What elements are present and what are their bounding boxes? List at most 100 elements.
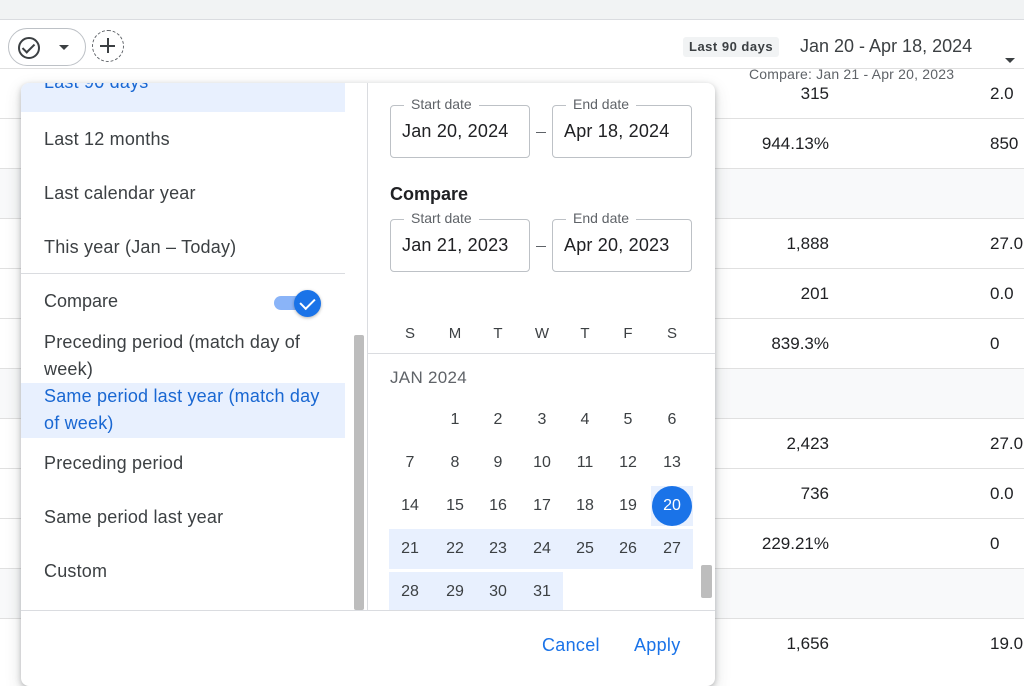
scrollbar[interactable]	[701, 565, 712, 598]
preset-last-12-months[interactable]: Last 12 months	[21, 125, 345, 153]
compare-toggle[interactable]	[274, 290, 322, 317]
calendar-day[interactable]: 10	[522, 443, 562, 483]
field-value: Apr 20, 2023	[564, 235, 670, 255]
calendar-day[interactable]: 13	[652, 443, 692, 483]
calendar-day[interactable]: 17	[522, 486, 562, 526]
compare-option-same-period-last-year[interactable]: Same period last year	[21, 504, 345, 531]
compare-option-preceding-period[interactable]: Preceding period	[21, 450, 345, 477]
start-date-field[interactable]: Start date Jan 20, 2024	[390, 96, 530, 158]
table-cell: 0	[990, 534, 1000, 553]
calendar-day[interactable]: 24	[522, 529, 562, 569]
calendar-day[interactable]: 29	[435, 572, 475, 610]
table-cell: 1,888	[786, 234, 829, 253]
calendar-day[interactable]: 12	[608, 443, 648, 483]
compare-end-date-field[interactable]: End date Apr 20, 2023	[552, 210, 692, 272]
weekday-label: S	[666, 325, 677, 342]
calendar-day[interactable]: 21	[390, 529, 430, 569]
calendar-day[interactable]: 23	[478, 529, 518, 569]
weekday-label: T	[580, 325, 590, 342]
field-label: Start date	[404, 96, 479, 112]
calendar-day[interactable]: 18	[565, 486, 605, 526]
calendar-day-selected[interactable]: 20	[652, 486, 692, 526]
top-strip	[0, 0, 1024, 20]
calendar-day[interactable]: 4	[565, 400, 605, 440]
compare-option-custom[interactable]: Custom	[21, 558, 345, 585]
field-value: Apr 18, 2024	[564, 121, 670, 141]
weekday-label: F	[623, 325, 633, 342]
calendar-day[interactable]: 31	[522, 572, 562, 610]
cancel-button[interactable]: Cancel	[542, 635, 600, 656]
compare-option-same-period-last-year-dow[interactable]: Same period last year (match day of week…	[21, 383, 345, 438]
compare-label: Compare	[44, 291, 119, 311]
calendar-day[interactable]: 19	[608, 486, 648, 526]
field-label: End date	[566, 210, 637, 226]
compare-start-date-field[interactable]: Start date Jan 21, 2023	[390, 210, 530, 272]
table-cell: 0	[990, 334, 1000, 353]
date-range-picker: Last 90 days Last 12 months Last calenda…	[21, 83, 715, 686]
calendar-day[interactable]: 22	[435, 529, 475, 569]
calendar-day[interactable]: 7	[390, 443, 430, 483]
table-cell: 315	[800, 84, 829, 103]
table-cell: 19.0	[990, 634, 1024, 653]
divider	[21, 273, 345, 274]
calendar-day[interactable]: 1	[435, 400, 475, 440]
range-separator	[536, 246, 546, 247]
preset-last-calendar-year[interactable]: Last calendar year	[21, 179, 345, 207]
comparison-selector[interactable]	[8, 28, 86, 66]
apply-button[interactable]: Apply	[634, 635, 681, 656]
table-cell: 1,656	[786, 634, 829, 653]
range-separator	[536, 132, 546, 133]
calendar-day[interactable]: 6	[652, 400, 692, 440]
table-cell: 850	[990, 134, 1019, 153]
table-cell: 736	[800, 484, 829, 503]
calendar-day[interactable]: 3	[522, 400, 562, 440]
preset-last-90-days[interactable]: Last 90 days	[21, 83, 345, 112]
preset-this-year[interactable]: This year (Jan – Today)	[21, 233, 345, 261]
calendar-day[interactable]: 25	[565, 529, 605, 569]
check-circle-icon	[18, 37, 40, 59]
chevron-down-icon	[59, 45, 69, 50]
date-range-chip[interactable]: Last 90 days	[683, 37, 780, 57]
calendar-day[interactable]: 9	[478, 443, 518, 483]
add-comparison-button[interactable]	[92, 30, 124, 62]
calendar-day[interactable]: 27	[652, 529, 692, 569]
end-date-field[interactable]: End date Apr 18, 2024	[552, 96, 692, 158]
calendar-day[interactable]: 2	[478, 400, 518, 440]
field-value: Jan 20, 2024	[402, 121, 509, 141]
date-range-text[interactable]: Jan 20 - Apr 18, 2024	[800, 36, 972, 57]
preset-list: Last 90 days Last 12 months Last calenda…	[21, 83, 367, 610]
calendar-day[interactable]: 15	[435, 486, 475, 526]
table-cell: 944.13%	[761, 134, 829, 153]
table-cell: 201	[800, 284, 829, 303]
calendar-day[interactable]: 26	[608, 529, 648, 569]
compare-option-preceding-period-dow[interactable]: Preceding period (match day of week)	[21, 329, 345, 383]
table-cell: 27.0	[990, 434, 1024, 453]
table-cell: 2,423	[786, 434, 829, 453]
calendar-day[interactable]: 16	[478, 486, 518, 526]
table-cell: 839.3%	[771, 334, 829, 353]
calendar-pane: Start date Jan 20, 2024 End date Apr 18,…	[368, 83, 715, 610]
compare-heading: Compare	[390, 184, 469, 204]
divider	[368, 353, 715, 354]
field-label: Start date	[404, 210, 479, 226]
calendar-day[interactable]: 28	[390, 572, 430, 610]
calendar-day[interactable]: 30	[478, 572, 518, 610]
calendar-day[interactable]: 5	[608, 400, 648, 440]
field-label: End date	[566, 96, 637, 112]
table-cell: 2.0	[990, 84, 1014, 103]
table-cell: 0.0	[990, 484, 1014, 503]
calendar-day[interactable]: 14	[390, 486, 430, 526]
table-cell: 27.0	[990, 234, 1024, 253]
table-cell: 229.21%	[761, 534, 829, 553]
field-value: Jan 21, 2023	[402, 235, 509, 255]
chevron-down-icon[interactable]	[1005, 58, 1015, 63]
scrollbar[interactable]	[354, 335, 364, 610]
weekday-label: W	[534, 325, 550, 342]
divider	[21, 610, 715, 611]
calendar-day[interactable]: 8	[435, 443, 475, 483]
weekday-label: T	[493, 325, 503, 342]
table-cell: 0.0	[990, 284, 1014, 303]
calendar-day[interactable]: 11	[565, 443, 605, 483]
weekday-label: S	[404, 325, 415, 342]
checkmark-icon	[294, 290, 321, 317]
